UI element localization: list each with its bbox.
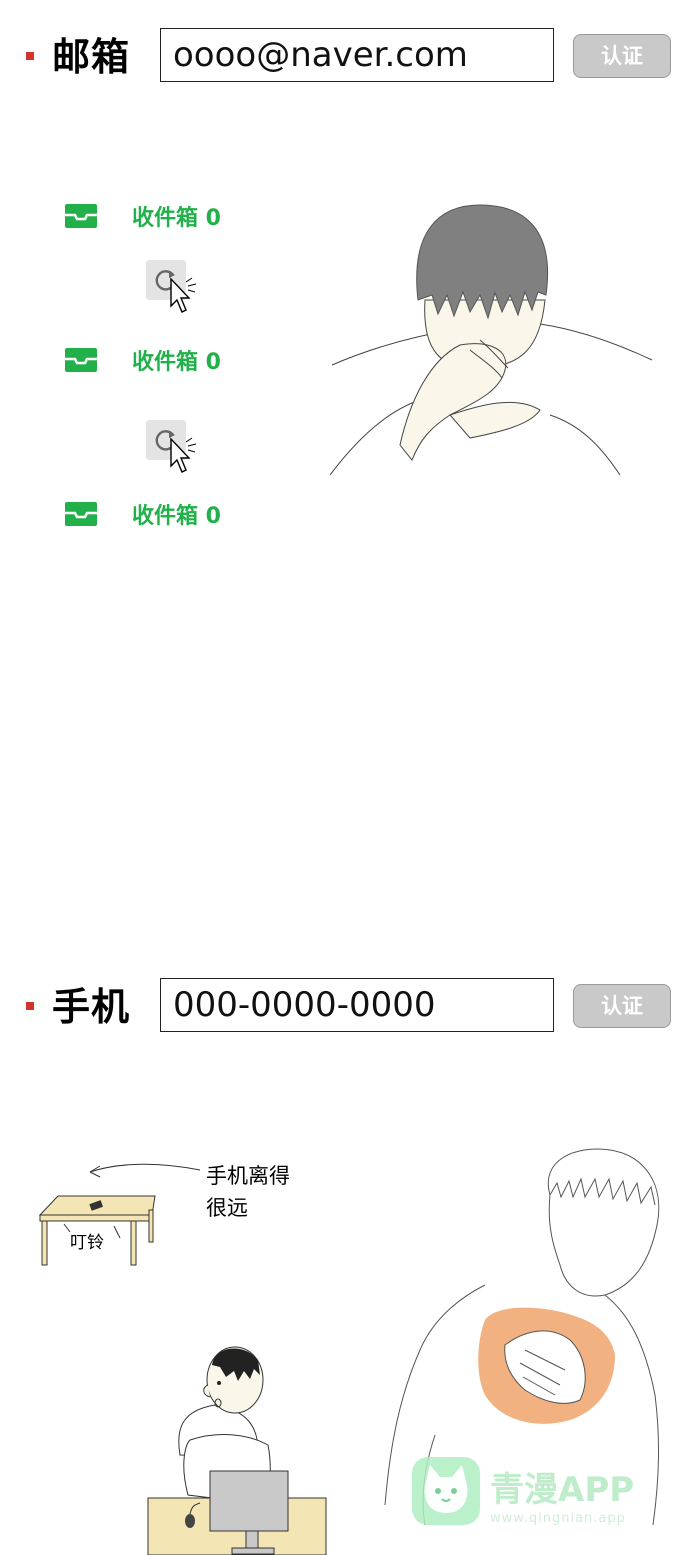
- inbox-label: 收件箱 0: [132, 504, 221, 529]
- inbox-tray-icon: [65, 204, 97, 228]
- watermark-url: www.qingnian.app: [490, 1511, 626, 1526]
- phone-field[interactable]: 000-0000-0000: [160, 978, 554, 1032]
- man-at-computer-illustration: [147, 1346, 327, 1555]
- email-verify-button[interactable]: 认证: [573, 34, 671, 78]
- inbox-row-2: 收件箱 0: [64, 344, 221, 376]
- inbox-label: 收件箱 0: [132, 350, 221, 375]
- watermark-cat-icon: [412, 1457, 480, 1525]
- comic-caption-line: 很远: [206, 1196, 248, 1220]
- inbox-tray-icon: [65, 348, 97, 372]
- inbox-tray-icon: [65, 502, 97, 526]
- cursor-icon: [170, 437, 197, 473]
- phone-verify-button[interactable]: 认证: [573, 984, 671, 1028]
- email-bullet: [26, 52, 34, 60]
- table-with-phone-illustration: [38, 1163, 201, 1266]
- inbox-row-3: 收件箱 0: [64, 498, 221, 530]
- inbox-row-1: 收件箱 0: [64, 200, 221, 232]
- watermark: 青漫APP www.qingnian.app: [490, 1462, 634, 1526]
- facepalm-man-illustration: [330, 204, 653, 476]
- comic-caption-line: 手机离得: [206, 1164, 290, 1188]
- inbox-label: 收件箱 0: [132, 206, 221, 231]
- comic-caption: 手机离得 很远: [206, 1160, 290, 1224]
- email-field[interactable]: oooo@naver.com: [160, 28, 554, 82]
- email-label: 邮箱: [52, 35, 131, 79]
- cursor-icon: [170, 277, 197, 313]
- ringtone-sound-effect: 叮铃: [70, 1233, 104, 1253]
- watermark-brand: 青漫APP: [490, 1470, 635, 1510]
- phone-bullet: [26, 1002, 34, 1010]
- phone-label: 手机: [52, 985, 131, 1029]
